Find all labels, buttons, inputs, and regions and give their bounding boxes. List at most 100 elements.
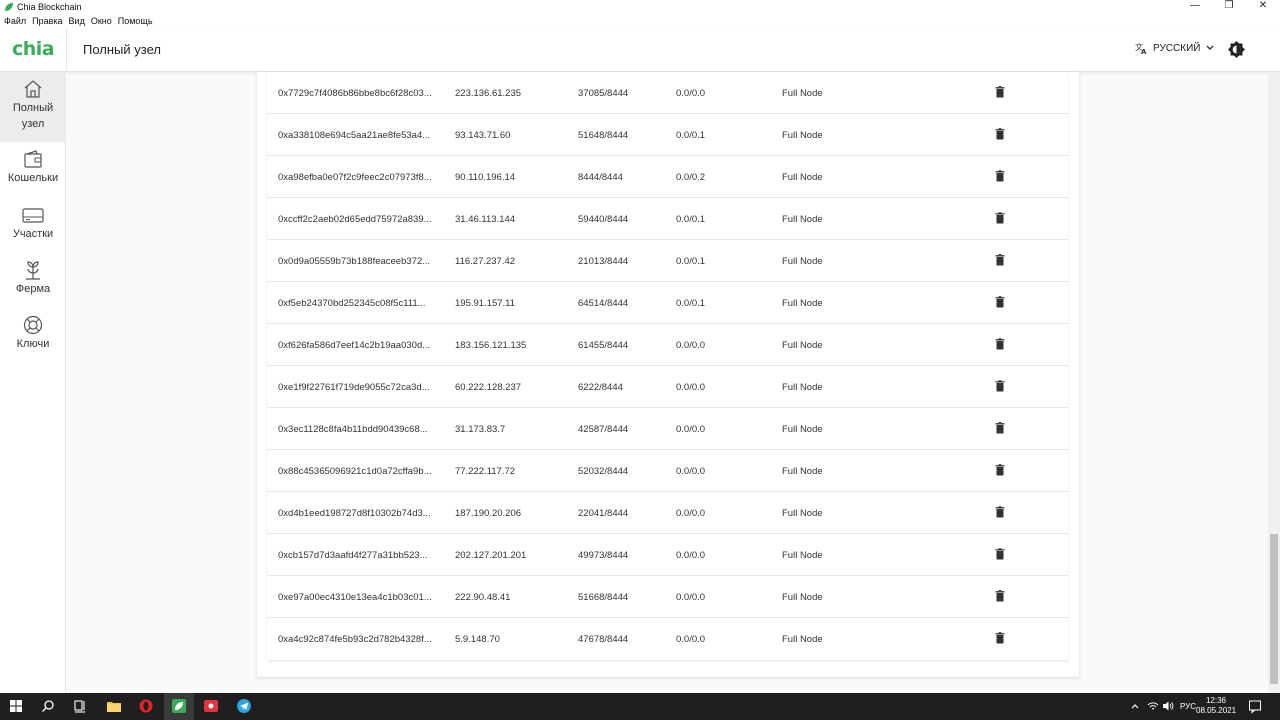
connection-up-down: 0.0/0.0	[676, 88, 706, 99]
sidebar-item-farm[interactable]: Ферма	[0, 259, 66, 305]
file-explorer-icon[interactable]	[106, 698, 122, 714]
connection-ports: 22041/8444	[578, 508, 629, 519]
connection-up-down: 0.0/0.0	[676, 466, 706, 477]
telegram-icon[interactable]	[236, 698, 252, 714]
language-label: РУССКИЙ	[1153, 42, 1201, 54]
connection-node-id: 0x3ec1128c8fa4b11bdd90439c68...	[278, 424, 428, 435]
delete-icon[interactable]	[995, 590, 1005, 605]
connection-ip-address: 116.27.237.42	[455, 256, 516, 267]
delete-icon[interactable]	[995, 422, 1005, 437]
connection-type: Full Node	[782, 298, 823, 309]
notifications-icon[interactable]	[1248, 698, 1262, 714]
connection-up-down: 0.0/0.2	[676, 172, 706, 183]
connection-type: Full Node	[782, 88, 823, 99]
maximize-button[interactable]: ❐	[1212, 0, 1246, 14]
delete-icon[interactable]	[995, 254, 1005, 269]
theme-toggle-icon[interactable]	[1228, 41, 1245, 58]
table-row: 0xcb157d7d3aafd4f277a31bb523... 202.127.2…	[267, 534, 1068, 576]
connection-type: Full Node	[782, 214, 823, 225]
menu-file[interactable]: Файл	[4, 16, 26, 26]
window-title: Chia Blockchain	[17, 2, 82, 12]
wifi-icon[interactable]	[1147, 698, 1159, 714]
recorder-app-icon[interactable]	[203, 698, 219, 714]
table-row: 0xd4b1eed198727d8f10302b74d3... 187.190.2…	[267, 492, 1068, 534]
menu-view[interactable]: Вид	[69, 16, 85, 26]
connection-ip-address: 90.110.196.14	[455, 172, 516, 183]
table-row: 0xccff2c2aeb02d65edd75972a839... 31.46.11…	[267, 198, 1068, 240]
connection-node-id: 0xe1f9f22761f719de9055c72ca3d...	[278, 382, 430, 393]
delete-icon[interactable]	[995, 338, 1005, 353]
home-icon	[24, 80, 42, 98]
menu-edit[interactable]: Правка	[32, 16, 62, 26]
connection-node-id: 0xf626fa586d7eef14c2b19aa030d...	[278, 340, 431, 351]
connection-node-id: 0xe97a00ec4310e13ea4c1b03c01...	[278, 592, 432, 603]
windows-start-icon[interactable]	[8, 698, 24, 714]
scrollbar[interactable]	[1268, 72, 1280, 693]
keyboard-language[interactable]: РУС	[1180, 702, 1196, 720]
delete-icon[interactable]	[995, 548, 1005, 563]
sidebar-item-full-node[interactable]: Полный узел	[0, 72, 66, 142]
delete-icon[interactable]	[995, 296, 1005, 311]
connection-up-down: 0.0/0.0	[676, 592, 706, 603]
sprout-icon	[26, 261, 40, 280]
table-row: 0xf626fa586d7eef14c2b19aa030d... 183.156.…	[267, 324, 1068, 366]
connection-up-down: 0.0/0.1	[676, 256, 706, 267]
connection-node-id: 0xd4b1eed198727d8f10302b74d3...	[278, 508, 431, 519]
delete-icon[interactable]	[995, 212, 1005, 227]
clock-date: 08.05.2021	[1196, 706, 1237, 715]
connection-up-down: 0.0/0.0	[676, 508, 706, 519]
delete-icon[interactable]	[995, 128, 1005, 143]
system-clock[interactable]: 12:36 08.05.2021	[1196, 696, 1236, 716]
delete-icon[interactable]	[995, 86, 1005, 101]
delete-icon[interactable]	[995, 506, 1005, 521]
sidebar-item-label: Участки	[12, 228, 54, 240]
sidebar-item-label: Ключи	[16, 338, 50, 350]
chia-logo: chia	[12, 38, 55, 60]
chia-app-icon[interactable]	[171, 698, 187, 714]
menu-help[interactable]: Помощь	[118, 16, 153, 26]
volume-icon[interactable]	[1162, 698, 1174, 714]
sidebar-item-wallets[interactable]: Кошельки	[0, 148, 66, 194]
chevron-up-icon[interactable]	[1130, 698, 1140, 714]
clock-time: 12:36	[1205, 696, 1227, 705]
sidebar-item-keys[interactable]: Ключи	[0, 314, 66, 360]
sidebar-item-label: Ферма	[15, 283, 51, 295]
connection-up-down: 0.0/0.0	[676, 550, 706, 561]
menu-bar: Файл Правка Вид Окно Помощь	[0, 14, 1280, 28]
connection-node-id: 0xcb157d7d3aafd4f277a31bb523...	[278, 550, 428, 561]
connection-type: Full Node	[782, 508, 823, 519]
minimize-button[interactable]: —	[1178, 0, 1212, 14]
table-row: 0x7729c7f4086b86bbe8bc6f28c03... 223.136.…	[267, 72, 1068, 114]
connection-type: Full Node	[782, 592, 823, 603]
sidebar-item-plots[interactable]: Участки	[0, 204, 66, 250]
connection-node-id: 0xa98efba0e07f2c9feec2c07973f8...	[278, 172, 432, 183]
opera-browser-icon[interactable]	[138, 698, 154, 714]
connection-node-id: 0x7729c7f4086b86bbe8bc6f28c03...	[278, 88, 432, 99]
connection-ip-address: 223.136.61.235	[455, 88, 522, 99]
connection-type: Full Node	[782, 424, 823, 435]
delete-icon[interactable]	[995, 464, 1005, 479]
connection-up-down: 0.0/0.0	[676, 424, 706, 435]
delete-icon[interactable]	[995, 170, 1005, 185]
connection-ports: 6222/8444	[578, 382, 623, 393]
connection-node-id: 0xccff2c2aeb02d65edd75972a839...	[278, 214, 432, 225]
delete-icon[interactable]	[995, 380, 1005, 395]
connection-ports: 59440/8444	[578, 214, 629, 225]
search-icon[interactable]	[40, 698, 56, 714]
language-selector[interactable]: 文 A РУССКИЙ	[1135, 42, 1219, 54]
connection-ports: 51668/8444	[578, 592, 629, 603]
menu-window[interactable]: Окно	[91, 16, 112, 26]
connection-ports: 21013/8444	[578, 256, 629, 267]
windows-taskbar: РУС 12:36 08.05.2021	[0, 693, 1280, 720]
window-titlebar: Chia Blockchain — ❐ ✕	[0, 0, 1280, 14]
close-button[interactable]: ✕	[1246, 0, 1280, 14]
scrollbar-thumb[interactable]	[1270, 534, 1278, 684]
connection-ports: 64514/8444	[578, 298, 629, 309]
sidebar-item-label: Полный	[12, 102, 54, 114]
task-view-icon[interactable]	[72, 698, 88, 714]
delete-icon[interactable]	[995, 632, 1005, 647]
connection-ports: 8444/8444	[578, 172, 623, 183]
connection-node-id: 0x88c45365096921c1d0a72cffa9b...	[278, 466, 432, 477]
connection-ports: 61455/8444	[578, 340, 629, 351]
connection-type: Full Node	[782, 634, 823, 645]
